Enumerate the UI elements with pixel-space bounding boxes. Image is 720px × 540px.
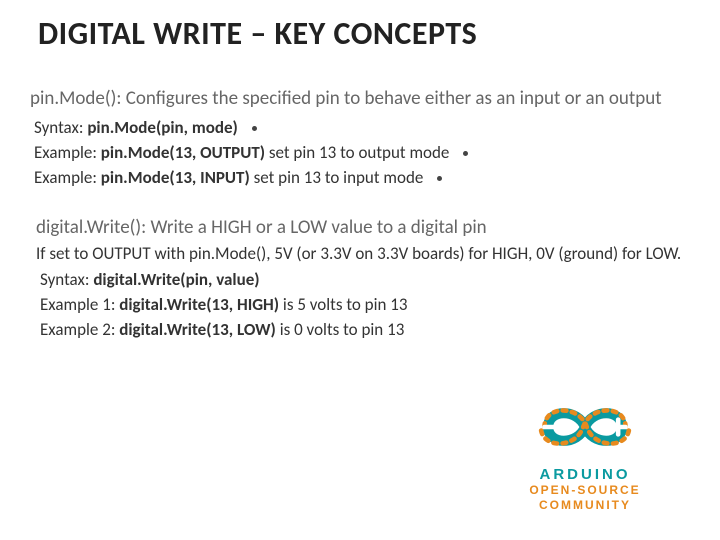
example-label: Example 1: <box>40 294 119 315</box>
bullet-icon <box>463 151 468 156</box>
logo-text-line2b: COMMUNITY <box>480 498 690 514</box>
example-code: digital.Write(13, HIGH) <box>119 294 279 315</box>
digitalwrite-example-2: Example 2: digital.Write(13, LOW) is 0 v… <box>40 319 690 342</box>
example-label: Example: <box>34 142 101 163</box>
example-rest: is 5 volts to pin 13 <box>279 294 407 315</box>
logo-text-line1: ARDUINO <box>480 466 690 483</box>
example-label: Example: <box>34 167 101 188</box>
digitalwrite-description: digital.Write(): Write a HIGH or a LOW v… <box>36 216 690 240</box>
example-label: Example 2: <box>40 319 119 340</box>
syntax-label: Syntax: <box>34 117 87 138</box>
digitalwrite-sub: If set to OUTPUT with pin.Mode(), 5V (or… <box>36 243 690 265</box>
digitalwrite-section: digital.Write(): Write a HIGH or a LOW v… <box>30 216 690 343</box>
pinmode-example-2: Example: pin.Mode(13, INPUT) set pin 13 … <box>34 167 690 190</box>
syntax-label: Syntax: <box>40 269 93 290</box>
example-code: pin.Mode(13, INPUT) <box>101 167 250 188</box>
bullet-icon <box>252 126 257 131</box>
pinmode-description: pin.Mode(): Configures the specified pin… <box>30 87 690 111</box>
example-code: pin.Mode(13, OUTPUT) <box>101 142 265 163</box>
example-rest: is 0 volts to pin 13 <box>276 319 404 340</box>
pinmode-example-1: Example: pin.Mode(13, OUTPUT) set pin 13… <box>34 142 690 165</box>
logo-text-line2a: OPEN-SOURCE <box>480 483 690 499</box>
pinmode-section: pin.Mode(): Configures the specified pin… <box>30 87 690 190</box>
example-rest: set pin 13 to input mode <box>250 167 424 188</box>
infinity-icon <box>480 392 690 462</box>
syntax-value: digital.Write(pin, value) <box>93 269 259 290</box>
arduino-logo: ARDUINO OPEN-SOURCE COMMUNITY <box>480 392 690 514</box>
digitalwrite-example-1: Example 1: digital.Write(13, HIGH) is 5 … <box>40 294 690 317</box>
example-rest: set pin 13 to output mode <box>265 142 449 163</box>
slide-title: DIGITAL WRITE – KEY CONCEPTS <box>38 14 690 53</box>
pinmode-syntax: Syntax: pin.Mode(pin, mode) <box>34 117 690 140</box>
digitalwrite-syntax: Syntax: digital.Write(pin, value) <box>40 269 690 292</box>
example-code: digital.Write(13, LOW) <box>119 319 276 340</box>
syntax-value: pin.Mode(pin, mode) <box>87 117 238 138</box>
bullet-icon <box>437 176 442 181</box>
